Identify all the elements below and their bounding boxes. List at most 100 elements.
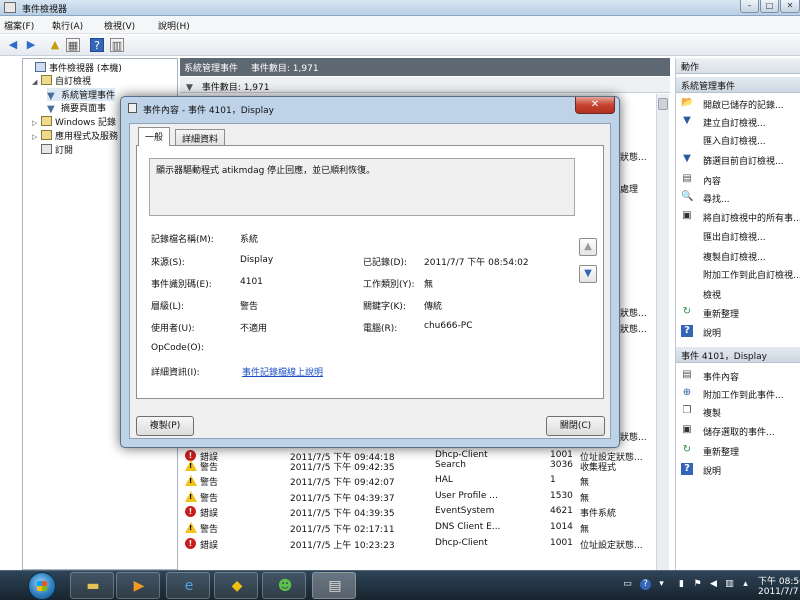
create-view-icon: ▼: [683, 115, 691, 126]
scroll-thumb[interactable]: [658, 98, 668, 110]
task-category-value: 無: [424, 280, 434, 290]
action-copy-custom-view[interactable]: 複製自訂檢視...: [676, 249, 800, 263]
actions-header: 動作: [676, 58, 800, 74]
event-id-label: 事件識別碼(E):: [151, 280, 212, 290]
action-filter-custom-view[interactable]: ▼ 篩選目前自訂檢視...: [676, 153, 800, 167]
start-button[interactable]: [28, 572, 56, 600]
console-tree-icon[interactable]: ▦: [66, 38, 80, 52]
play-icon: ▶: [133, 578, 145, 594]
actions-section-event[interactable]: 事件 4101，Display: [676, 347, 800, 363]
save-icon: ▣: [682, 210, 692, 221]
tray-wifi-icon[interactable]: ▴: [740, 579, 751, 590]
action-attach-task-custom-view[interactable]: 附加工作到此自訂檢視...: [676, 267, 800, 281]
tray-help-icon[interactable]: ?: [640, 579, 651, 590]
tree-item-app-service-logs[interactable]: ▷ 應用程式及服務: [32, 129, 118, 142]
action-attach-task-event[interactable]: ⊕ 附加工作到此事件...: [676, 387, 800, 401]
help-icon[interactable]: ?: [90, 38, 104, 52]
up-folder-icon[interactable]: ▲: [48, 38, 62, 52]
event-properties-icon: ▤: [682, 369, 692, 380]
title-bar[interactable]: 事件檢視器 – □ ✕: [0, 0, 800, 16]
dialog-title-bar[interactable]: 事件內容 - 事件 4101，Display ✕: [121, 97, 619, 119]
back-icon[interactable]: ◀: [6, 38, 20, 52]
tree-item-summary-events[interactable]: ▼ 摘要頁面事: [47, 101, 106, 115]
tree-item-windows-logs[interactable]: ▷ Windows 記錄: [32, 115, 116, 128]
action-save-all-events[interactable]: ▣ 將自訂檢視中的所有事...: [676, 210, 800, 224]
action-import-custom-view[interactable]: 匯入自訂檢視...: [676, 133, 800, 147]
action-save-selected-events[interactable]: ▣ 儲存選取的事件...: [676, 424, 800, 438]
tray-keyboard-icon[interactable]: ▭: [622, 579, 633, 590]
action-create-custom-view[interactable]: ▼ 建立自訂檢視...: [676, 115, 800, 129]
table-row[interactable]: 警告 2011/7/5 下午 09:42:07 HAL 1 無: [180, 473, 656, 488]
tray-flag-icon[interactable]: ⚑: [692, 579, 703, 590]
action-export-custom-view[interactable]: 匯出自訂檢視...: [676, 229, 800, 243]
warning-icon: [185, 491, 197, 502]
tray-volume-icon[interactable]: ◀: [708, 579, 719, 590]
copy-button[interactable]: 複製(P): [136, 416, 194, 436]
tree-item-admin-events[interactable]: ▼ 系統管理事件: [47, 88, 116, 102]
collapsed-arrow-icon[interactable]: ▷: [32, 119, 41, 127]
tree-item-custom-views[interactable]: ◢ 自訂檢視: [32, 74, 91, 87]
tree-item-subscriptions[interactable]: 訂閱: [32, 143, 73, 156]
clock-date[interactable]: 2011/7/7: [758, 587, 798, 597]
action-refresh-event[interactable]: ↻ 重新整理: [676, 444, 800, 458]
tray-options-icon[interactable]: ▾: [656, 579, 667, 590]
tree-item-root[interactable]: 事件檢視器 (本機): [26, 61, 122, 74]
open-log-icon: 📂: [681, 97, 694, 108]
clock-time[interactable]: 下午 08:56: [758, 574, 800, 587]
close-window-button[interactable]: ✕: [780, 0, 800, 13]
action-help[interactable]: ? 說明: [676, 325, 800, 339]
maximize-button[interactable]: □: [760, 0, 779, 13]
taskbar-event-viewer[interactable]: ▤: [312, 572, 356, 599]
tray-network-icon[interactable]: ▮: [676, 579, 687, 590]
previous-event-button[interactable]: ▲: [579, 238, 597, 256]
event-list-scrollbar[interactable]: [656, 94, 669, 570]
taskbar-messenger[interactable]: ☻: [262, 572, 306, 599]
table-row[interactable]: 警告 2011/7/5 下午 04:39:37 User Profile ...…: [180, 489, 656, 504]
forward-icon[interactable]: ▶: [24, 38, 38, 52]
copy-icon: ❐: [682, 405, 692, 416]
action-pane-icon[interactable]: ▥: [110, 38, 124, 52]
menu-file[interactable]: 檔案(F): [4, 19, 34, 32]
action-find[interactable]: 🔍 尋找...: [676, 191, 800, 205]
dialog-icon: [128, 103, 137, 113]
table-row[interactable]: ! 錯誤 2011/7/5 上午 10:23:23 Dhcp-Client 10…: [180, 536, 656, 551]
event-description[interactable]: 顯示器驅動程式 atikmdag 停止回應，並已順利恢復。: [149, 158, 575, 216]
user-label: 使用者(U):: [151, 324, 195, 334]
collapsed-arrow-icon[interactable]: ▷: [32, 133, 41, 141]
taskbar-explorer[interactable]: ▬: [70, 572, 114, 599]
action-help-event[interactable]: ? 說明: [676, 463, 800, 477]
expanded-arrow-icon[interactable]: ◢: [32, 78, 41, 86]
action-event-properties[interactable]: ▤ 事件內容: [676, 369, 800, 383]
table-row[interactable]: ! 錯誤 2011/7/5 下午 04:39:35 EventSystem 46…: [180, 504, 656, 519]
dialog-body: 一般 詳細資料 顯示器驅動程式 atikmdag 停止回應，並已順利恢復。 記錄…: [129, 123, 611, 439]
menu-view[interactable]: 檢視(V): [104, 19, 135, 32]
taskbar-internet-explorer[interactable]: e: [166, 572, 210, 599]
dialog-close-button[interactable]: ✕: [575, 97, 615, 114]
action-open-saved-log[interactable]: 📂 開啟已儲存的記錄...: [676, 97, 800, 111]
error-icon: !: [185, 506, 196, 517]
taskbar-media-player[interactable]: ▶: [116, 572, 160, 599]
table-row[interactable]: 警告 2011/7/5 下午 02:17:11 DNS Client E... …: [180, 520, 656, 535]
menu-action[interactable]: 執行(A): [52, 19, 83, 32]
table-row[interactable]: 警告 2011/7/5 下午 09:42:35 Search 3036 收集程式: [180, 458, 656, 473]
minimize-button[interactable]: –: [740, 0, 759, 13]
tab-details[interactable]: 詳細資料: [175, 129, 226, 146]
tray-power-icon[interactable]: ▥: [724, 579, 735, 590]
app-icon: [4, 2, 16, 13]
filter-count: 事件數目: 1,971: [201, 83, 270, 93]
taskbar-app-yellow[interactable]: ◆: [214, 572, 258, 599]
next-event-button[interactable]: ▼: [579, 265, 597, 283]
event-log-online-help-link[interactable]: 事件記錄檔線上說明: [242, 365, 323, 378]
log-name-value: 系統: [240, 235, 259, 245]
browser-icon: e: [184, 578, 194, 594]
action-copy[interactable]: ❐ 複製: [676, 405, 800, 419]
close-button[interactable]: 關閉(C): [546, 416, 605, 436]
filter-icon: ▼: [683, 153, 691, 164]
tab-general[interactable]: 一般: [138, 127, 171, 146]
menu-help[interactable]: 說明(H): [158, 19, 190, 32]
actions-section-admin-events[interactable]: 系統管理事件: [676, 77, 800, 93]
action-refresh[interactable]: ↻ 重新整理: [676, 306, 800, 320]
attach-task-icon: ⊕: [682, 387, 692, 398]
action-view[interactable]: 檢視: [676, 287, 800, 301]
action-properties[interactable]: ▤ 內容: [676, 173, 800, 187]
